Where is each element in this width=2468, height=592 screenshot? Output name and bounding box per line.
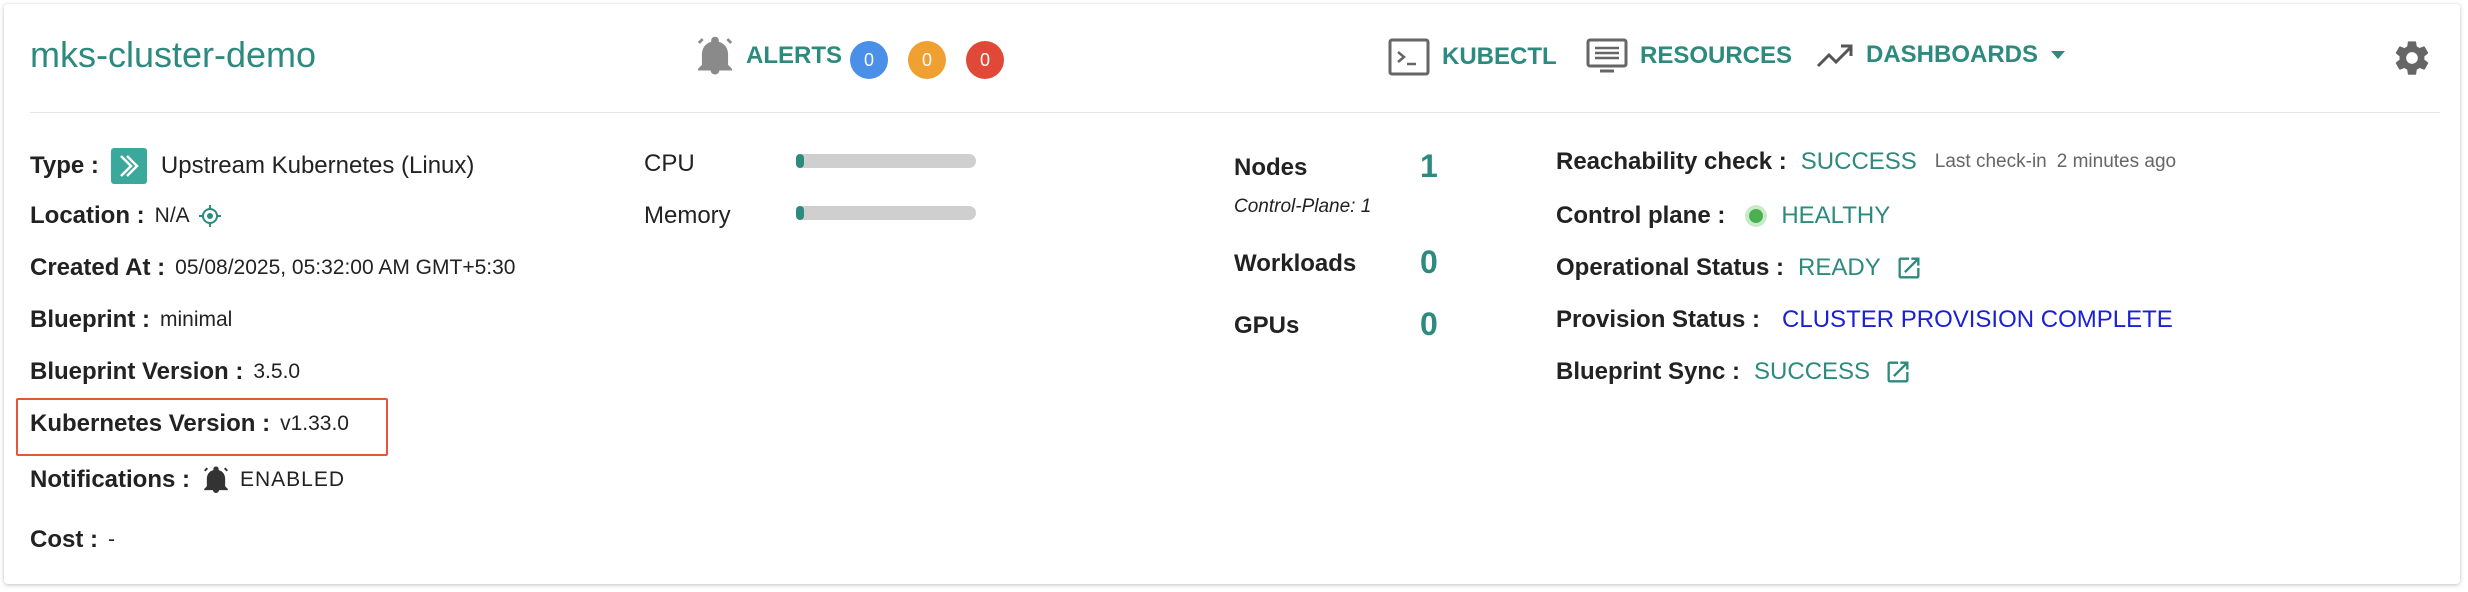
reachability-row: Reachability check : SUCCESS Last check-… (1556, 148, 2176, 176)
last-checkin-label: Last check-in (1934, 151, 2047, 172)
nodes-value[interactable]: 1 (1420, 148, 1438, 185)
gpus-label: GPUs (1234, 312, 1300, 339)
control-plane-label: Control plane : (1556, 202, 1726, 229)
terminal-icon (1388, 38, 1430, 76)
blueprint-sync-row: Blueprint Sync : SUCCESS (1556, 358, 1912, 386)
control-plane-row: Control plane : HEALTHY (1556, 202, 1890, 230)
kubectl-label: KUBECTL (1442, 43, 1557, 70)
cluster-overview-card: mks-cluster-demo ALERTS 0 0 0 KUBECTL RE… (4, 4, 2460, 584)
alert-count-badge-orange[interactable]: 0 (908, 41, 946, 79)
blueprint-sync-label: Blueprint Sync : (1556, 358, 1741, 385)
last-checkin-value: 2 minutes ago (2056, 151, 2177, 172)
kubernetes-version-value: v1.33.0 (280, 412, 349, 435)
cpu-label: CPU (644, 150, 695, 177)
reachability-value: SUCCESS (1800, 148, 1917, 175)
type-row: Type : Upstream Kubernetes (Linux) (30, 148, 474, 184)
notifications-value: ENABLED (240, 468, 346, 491)
gear-icon[interactable] (2392, 38, 2432, 78)
blueprint-value: minimal (160, 308, 233, 331)
control-plane-count: Control-Plane: 1 (1234, 196, 1372, 217)
memory-usage-bar (796, 206, 976, 220)
caret-down-icon (2051, 51, 2066, 59)
type-value: Upstream Kubernetes (Linux) (160, 152, 475, 179)
location-label: Location : (30, 202, 145, 229)
memory-label: Memory (644, 202, 731, 229)
created-value: 05/08/2025, 05:32:00 AM GMT+5:30 (175, 256, 516, 279)
kubernetes-version-row: Kubernetes Version : v1.33.0 (30, 410, 349, 438)
created-row: Created At : 05/08/2025, 05:32:00 AM GMT… (30, 254, 515, 282)
kubernetes-icon (110, 148, 147, 184)
blueprint-sync-value: SUCCESS (1754, 358, 1871, 385)
provision-status-value[interactable]: CLUSTER PROVISION COMPLETE (1782, 306, 2173, 334)
notifications-label: Notifications : (30, 466, 190, 493)
cpu-usage-bar (796, 154, 976, 168)
alerts-label: ALERTS (746, 42, 842, 69)
external-link-icon[interactable] (1884, 358, 1912, 386)
resources-button[interactable]: RESOURCES (1586, 38, 1792, 74)
header-divider (30, 112, 2440, 113)
blueprint-row: Blueprint : minimal (30, 306, 232, 334)
reachability-label: Reachability check : (1556, 148, 1787, 175)
alert-count-badge-blue[interactable]: 0 (850, 41, 888, 79)
blueprint-version-value: 3.5.0 (253, 360, 301, 383)
alert-count-badge-red[interactable]: 0 (966, 41, 1004, 79)
cluster-name-title[interactable]: mks-cluster-demo (30, 34, 316, 76)
bell-icon (697, 36, 733, 75)
kubernetes-version-label: Kubernetes Version : (30, 410, 271, 437)
memory-usage-fill (796, 206, 804, 220)
workloads-label: Workloads (1234, 250, 1357, 277)
trending-up-icon (1816, 44, 1853, 68)
notifications-row: Notifications : ENABLED (30, 466, 345, 494)
location-value: N/A (154, 204, 190, 227)
control-plane-value: HEALTHY (1781, 202, 1891, 229)
healthy-status-dot (1745, 205, 1768, 227)
created-label: Created At : (30, 254, 166, 281)
cost-label: Cost : (30, 526, 98, 553)
location-target-icon[interactable] (198, 204, 222, 228)
external-link-icon[interactable] (1895, 254, 1923, 282)
blueprint-version-row: Blueprint Version : 3.5.0 (30, 358, 300, 386)
gpus-value[interactable]: 0 (1420, 306, 1438, 343)
list-icon (1586, 38, 1628, 73)
location-row: Location : N/A (30, 202, 222, 230)
alerts-link[interactable]: ALERTS (696, 36, 842, 76)
provision-status-label: Provision Status : (1556, 306, 1761, 333)
dashboards-dropdown[interactable]: DASHBOARDS (1816, 40, 2066, 70)
operational-status-value: READY (1798, 254, 1881, 281)
type-label: Type : (30, 152, 99, 179)
workloads-value[interactable]: 0 (1420, 244, 1438, 281)
blueprint-label: Blueprint : (30, 306, 150, 333)
provision-status-row: Provision Status : CLUSTER PROVISION COM… (1556, 306, 2173, 334)
cpu-usage-fill (796, 154, 804, 168)
cost-value: - (108, 528, 115, 551)
nodes-label: Nodes (1234, 154, 1308, 181)
resources-label: RESOURCES (1640, 42, 1793, 69)
cost-row: Cost : - (30, 526, 115, 554)
kubectl-button[interactable]: KUBECTL (1388, 38, 1557, 76)
dashboards-label: DASHBOARDS (1866, 41, 2039, 68)
blueprint-version-label: Blueprint Version : (30, 358, 244, 385)
bell-icon (204, 466, 228, 493)
operational-status-label: Operational Status : (1556, 254, 1785, 281)
operational-status-row: Operational Status : READY (1556, 254, 1923, 282)
